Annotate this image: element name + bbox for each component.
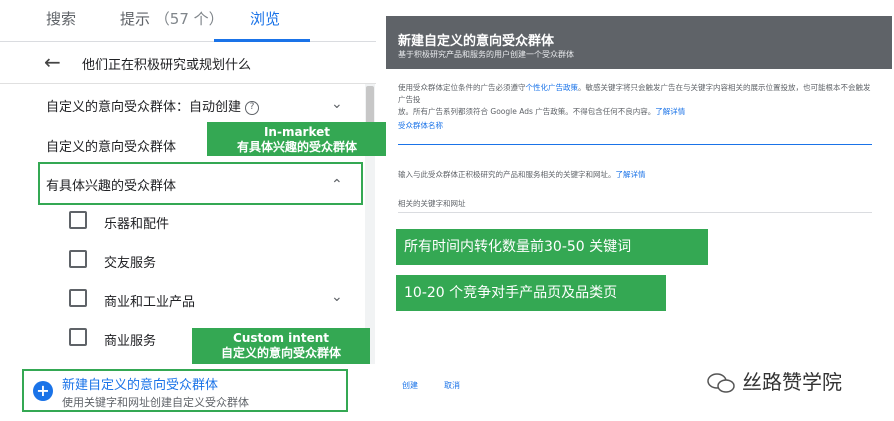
tab-search[interactable]: 搜索 xyxy=(46,8,76,42)
dialog-title: 新建自定义的意向受众群体 xyxy=(398,34,555,49)
kw-desc-text: 输入与此受众群体正积极研究的产品和服务相关的关键字和网址。 xyxy=(398,170,616,179)
dialog-subtitle: 基于积极研究产品和服务的用户创建一个受众群体 xyxy=(398,50,574,59)
watermark-text: 丝路赞学院 xyxy=(742,370,842,394)
in-market-callout: In-market 有具体兴趣的受众群体 xyxy=(207,122,387,156)
checkbox-instruments[interactable] xyxy=(69,211,87,229)
audience-name-input[interactable] xyxy=(398,144,872,145)
back-row-label: 他们正在积极研究或规划什么 xyxy=(82,58,252,73)
checkbox-business-services[interactable] xyxy=(69,328,87,346)
back-row[interactable]: ← 他们正在积极研究或规划什么 xyxy=(0,42,376,84)
callout-en: Custom intent xyxy=(233,331,329,345)
row-custom-auto[interactable]: 自定义的意向受众群体：自动创建? ⌄ xyxy=(0,96,370,118)
keywords-urls-input[interactable] xyxy=(398,212,872,213)
create-custom-audience-link[interactable]: 新建自定义的意向受众群体 xyxy=(62,374,218,393)
chevron-up-icon[interactable]: ⌃ xyxy=(331,177,343,193)
tab-suggest[interactable]: 提示 （57 个） xyxy=(120,8,224,42)
keywords-urls-label: 相关的关键字和网址 xyxy=(398,199,466,208)
callout-cn: 有具体兴趣的受众群体 xyxy=(236,140,357,154)
callout-cn: 自定义的意向受众群体 xyxy=(220,346,341,360)
wechat-icon xyxy=(707,373,735,393)
desc-text: 使用受众群体定位条件的广告必须遵守 xyxy=(398,83,526,92)
cancel-button[interactable]: 取消 xyxy=(444,380,460,391)
checkbox-dating[interactable] xyxy=(69,250,87,268)
checkbox-industrial[interactable] xyxy=(69,289,87,307)
chevron-down-icon[interactable]: ⌄ xyxy=(331,96,343,112)
row-custom-auto-label: 自定义的意向受众群体：自动创建? xyxy=(46,96,260,115)
row-custom-label: 自定义的意向受众群体 xyxy=(46,140,177,155)
checkbox-label: 商业服务 xyxy=(104,334,157,349)
checkbox-label: 交友服务 xyxy=(104,256,157,271)
plus-icon[interactable]: + xyxy=(33,381,53,401)
tab-suggest-count: （57 个） xyxy=(154,10,224,28)
kw-learn-more-link[interactable]: 了解详情 xyxy=(616,170,646,179)
row-in-market-label: 有具体兴趣的受众群体 xyxy=(46,179,177,194)
desc-text: 放。所有广告系列都须符合 Google Ads 广告政策。不得包含任何不良内容。 xyxy=(398,107,656,116)
tab-bar: 搜索 提示 （57 个） 浏览 xyxy=(0,0,376,42)
note-bar-keywords: 所有时间内转化数量前30-50 关键词 xyxy=(396,229,708,265)
audience-name-label: 受众群体名称 xyxy=(398,121,443,130)
tab-suggest-label: 提示 xyxy=(120,10,151,28)
create-button[interactable]: 创建 xyxy=(402,380,418,391)
note-bar-competitors: 10-20 个竞争对手产品页及品类页 xyxy=(396,275,666,311)
new-custom-audience-dialog: 新建自定义的意向受众群体 基于积极研究产品和服务的用户创建一个受众群体 使用受众… xyxy=(386,16,892,416)
back-arrow-icon[interactable]: ← xyxy=(44,52,61,72)
ad-policy-link[interactable]: 个性化广告政策 xyxy=(526,83,579,92)
row-in-market[interactable]: 有具体兴趣的受众群体 ⌃ xyxy=(0,175,370,197)
row-custom-auto-text: 自定义的意向受众群体：自动创建 xyxy=(46,100,242,115)
tab-browse[interactable]: 浏览 xyxy=(250,8,280,42)
keyword-description: 输入与此受众群体正积极研究的产品和服务相关的关键字和网址。了解详情 xyxy=(398,169,646,180)
callout-en: In-market xyxy=(263,125,331,139)
screenshot-root: 搜索 提示 （57 个） 浏览 ← 他们正在积极研究或规划什么 自定义的意向受众… xyxy=(0,0,894,421)
dialog-header: 新建自定义的意向受众群体 基于积极研究产品和服务的用户创建一个受众群体 xyxy=(386,16,892,69)
checkbox-label: 乐器和配件 xyxy=(104,217,170,232)
custom-intent-callout: Custom intent 自定义的意向受众群体 xyxy=(192,328,370,364)
create-custom-audience-subtitle: 使用关键字和网址创建自定义受众群体 xyxy=(62,396,249,409)
chevron-down-icon[interactable]: ⌄ xyxy=(331,289,343,305)
dialog-description: 使用受众群体定位条件的广告必须遵守个性化广告政策。敏感关键字将只会触发广告在与关… xyxy=(398,82,876,118)
help-icon[interactable]: ? xyxy=(245,100,260,115)
learn-more-link[interactable]: 了解详情 xyxy=(655,107,685,116)
checkbox-label: 商业和工业产品 xyxy=(104,295,196,310)
